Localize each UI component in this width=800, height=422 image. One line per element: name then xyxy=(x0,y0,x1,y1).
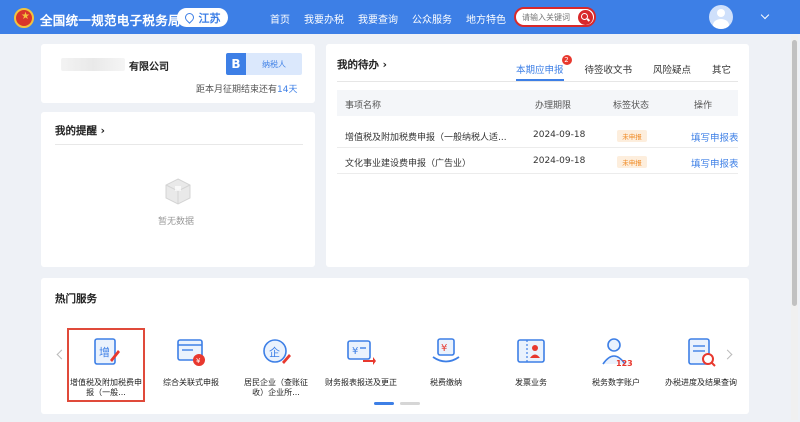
tax-payment-icon: ¥ xyxy=(432,338,460,363)
service-combined-declaration[interactable]: ¥ 综合关联式申报 xyxy=(154,330,228,388)
item-deadline: 2024-09-18 xyxy=(533,156,586,166)
company-card: 有限公司 B 纳税人 距本月征期结束还有14天 xyxy=(41,44,315,103)
tab-label: 风险疑点 xyxy=(653,65,692,76)
table-header: 事项名称 办理期限 标签状态 操作 xyxy=(337,90,738,116)
svg-text:¥: ¥ xyxy=(196,357,201,365)
vat-report-icon: 增 xyxy=(94,338,120,365)
masked-company-prefix xyxy=(61,58,125,71)
service-enterprise-income-tax[interactable]: 企 居民企业（查账征收）企业所... xyxy=(239,330,313,398)
region-label: 江苏 xyxy=(198,11,221,25)
tab-count-badge: 2 xyxy=(561,55,572,65)
todo-title[interactable]: 我的待办 › xyxy=(337,57,387,72)
combined-report-icon: ¥ xyxy=(177,339,205,366)
col-deadline: 办理期限 xyxy=(535,101,572,111)
digital-account-icon: 123 xyxy=(602,338,633,368)
empty-text: 暂无数据 xyxy=(158,217,195,227)
empty-box-icon xyxy=(165,178,191,205)
tax-emblem-icon: ★ xyxy=(14,8,34,28)
table-row: 文化事业建设费申报（广告业） 2024-09-18 未申报 填写申报表 xyxy=(337,150,739,174)
deadline-days: 14天 xyxy=(277,85,298,95)
search-input[interactable] xyxy=(522,11,574,24)
svg-text:123: 123 xyxy=(616,359,632,368)
deadline-prefix: 距本月征期结束还有 xyxy=(196,85,278,95)
scrollbar[interactable] xyxy=(791,36,798,420)
divider xyxy=(55,144,303,145)
service-invoice[interactable]: 发票业务 xyxy=(494,330,568,388)
nav-query[interactable]: 我要查询 xyxy=(358,11,398,26)
enterprise-tax-icon: 企 xyxy=(263,339,291,364)
nav-home[interactable]: 首页 xyxy=(270,11,290,26)
hot-services-card: 热门服务 增 增值税及附加税费申报（一般... ¥ 综合关联式申报 企 居民企业… xyxy=(41,278,749,414)
service-vat-declaration[interactable]: 增 增值税及附加税费申报（一般... xyxy=(67,328,145,402)
financial-report-icon: ¥ xyxy=(347,340,376,365)
progress-query-icon xyxy=(688,338,716,367)
main-nav: 首页 我要办税 我要查询 公众服务 地方特色 xyxy=(270,11,520,26)
status-badge: 未申报 xyxy=(617,156,647,168)
col-action: 操作 xyxy=(694,101,713,111)
chevron-down-icon[interactable] xyxy=(760,10,770,20)
invoice-icon xyxy=(517,339,545,363)
chevron-left-icon[interactable] xyxy=(56,349,67,360)
tab-label: 待签收文书 xyxy=(584,65,633,76)
item-deadline: 2024-09-18 xyxy=(533,130,586,140)
service-progress-query[interactable]: 办税进度及结果查询 xyxy=(664,330,738,388)
service-digital-account[interactable]: 123 税务数字账户 xyxy=(579,330,653,388)
search-icon[interactable] xyxy=(578,10,593,25)
service-label: 综合关联式申报 xyxy=(163,378,219,387)
table-row: 增值税及附加税费申报（一般纳税人适... 2024-09-18 未申报 填写申报… xyxy=(337,124,739,148)
todo-card: 我的待办 › 本期应申报 2 待签收文书 风险疑点 其它 事项名称 办理期限 标… xyxy=(326,44,749,267)
svg-text:增: 增 xyxy=(99,345,110,359)
service-label: 税务数字账户 xyxy=(592,378,640,387)
item-name: 增值税及附加税费申报（一般纳税人适... xyxy=(345,133,507,143)
service-label: 财务报表报送及更正 xyxy=(325,378,397,387)
service-label: 居民企业（查账征收）企业所... xyxy=(244,378,308,397)
service-label: 税费缴纳 xyxy=(430,378,462,387)
tab-label: 其它 xyxy=(712,65,732,76)
service-financial-statements[interactable]: ¥ 财务报表报送及更正 xyxy=(324,330,398,388)
reminders-title[interactable]: 我的提醒 › xyxy=(55,123,105,138)
region-selector[interactable]: 江苏 xyxy=(177,8,228,27)
top-bar: ★ 全国统一规范电子税务局 江苏 首页 我要办税 我要查询 公众服务 地方特色 xyxy=(0,0,800,34)
search-box xyxy=(514,7,596,27)
deadline-text: 距本月征期结束还有14天 xyxy=(196,82,297,95)
fill-form-link[interactable]: 填写申报表 xyxy=(691,156,739,170)
credit-level-badge: B xyxy=(226,53,246,75)
hot-services-title: 热门服务 xyxy=(55,293,97,305)
site-title: 全国统一规范电子税务局 xyxy=(40,13,181,28)
avatar[interactable] xyxy=(709,5,733,29)
tab-other[interactable]: 其它 xyxy=(712,62,731,76)
status-badge: 未申报 xyxy=(617,130,647,142)
carousel-dot[interactable] xyxy=(400,402,420,405)
fill-form-link[interactable]: 填写申报表 xyxy=(691,130,739,144)
location-pin-icon xyxy=(182,11,196,24)
col-item-name: 事项名称 xyxy=(345,101,382,111)
divider xyxy=(337,81,738,82)
service-label: 办税进度及结果查询 xyxy=(665,378,737,387)
todo-tabs: 本期应申报 2 待签收文书 风险疑点 其它 xyxy=(516,55,752,81)
tab-risk-items[interactable]: 风险疑点 xyxy=(653,62,691,76)
taxpayer-type-badge: 纳税人 xyxy=(246,53,302,75)
service-list: 增 增值税及附加税费申报（一般... ¥ 综合关联式申报 企 居民企业（查账征收… xyxy=(67,328,749,402)
tab-pending-documents[interactable]: 待签收文书 xyxy=(585,62,633,76)
service-label: 增值税及附加税费申报（一般... xyxy=(70,378,142,397)
svg-text:¥: ¥ xyxy=(441,343,447,354)
col-status: 标签状态 xyxy=(613,101,650,111)
tab-label: 本期应申报 xyxy=(516,65,564,76)
nav-local-feature[interactable]: 地方特色 xyxy=(466,11,506,26)
taxpayer-type-label: 纳税人 xyxy=(262,59,286,69)
nav-public-service[interactable]: 公众服务 xyxy=(412,11,452,26)
service-label: 发票业务 xyxy=(515,378,547,387)
carousel-dot-active[interactable] xyxy=(374,402,394,405)
tab-current-declaration[interactable]: 本期应申报 2 xyxy=(516,55,572,81)
item-name: 文化事业建设费申报（广告业） xyxy=(345,159,472,169)
reminders-card: 我的提醒 › 暂无数据 xyxy=(41,112,315,267)
scrollbar-thumb[interactable] xyxy=(792,40,797,306)
company-name: 有限公司 xyxy=(129,62,169,73)
svg-text:¥: ¥ xyxy=(352,346,358,357)
carousel-dots xyxy=(374,402,420,405)
service-tax-payment[interactable]: ¥ 税费缴纳 xyxy=(409,330,483,388)
svg-text:企: 企 xyxy=(269,345,280,359)
nav-do-tax[interactable]: 我要办税 xyxy=(304,11,344,26)
